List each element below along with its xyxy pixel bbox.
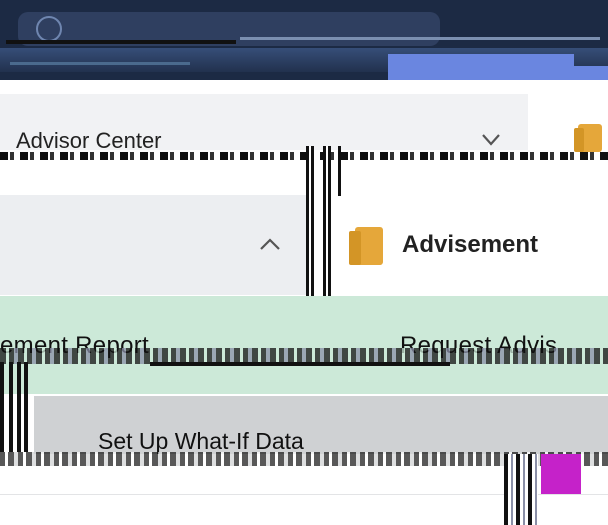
- section-title: Advisement: [402, 231, 539, 258]
- active-tab-indicator: [388, 54, 574, 80]
- advisor-center-dropdown[interactable]: Advisor Center: [16, 128, 162, 154]
- active-tab-edge: [574, 66, 608, 80]
- chevron-down-icon[interactable]: [481, 131, 501, 149]
- panel-divider: [338, 146, 341, 196]
- glitch-bar: [6, 40, 236, 44]
- set-up-what-if-data-button[interactable]: Set Up What-If Data: [98, 428, 304, 454]
- glitch-bar: [17, 362, 21, 452]
- glitch-bar: [240, 37, 600, 40]
- glitch-bar: [9, 362, 13, 452]
- folder-icon: [349, 227, 383, 265]
- glitch-bar: [0, 362, 4, 452]
- glitch-bar: [504, 454, 538, 525]
- folder-icon: [574, 124, 602, 152]
- user-avatar-icon[interactable]: [36, 16, 62, 42]
- chevron-up-icon[interactable]: [258, 236, 282, 252]
- glitch-bar: [150, 362, 450, 366]
- glitch-bar: [10, 62, 190, 65]
- glitch-bar: [24, 362, 28, 452]
- glitch-bar: [0, 152, 608, 160]
- selection-marker: [541, 454, 581, 494]
